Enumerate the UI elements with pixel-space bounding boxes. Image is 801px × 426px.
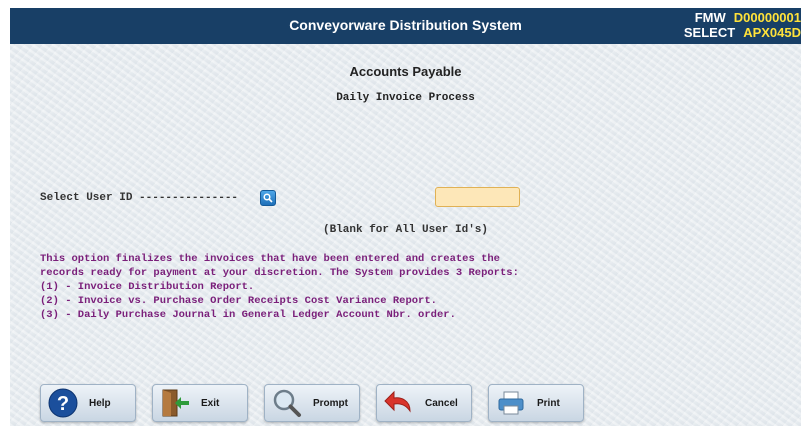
mode-label: SELECT: [683, 25, 736, 40]
cancel-button[interactable]: Cancel: [376, 384, 472, 422]
description-line: This option finalizes the invoices that …: [40, 253, 500, 265]
program-label: FMW: [694, 10, 726, 25]
user-id-hint: (Blank for All User Id's): [322, 224, 489, 236]
printer-icon: [498, 391, 524, 415]
user-id-label: Select User ID ---------------: [40, 192, 239, 204]
user-id-input[interactable]: [435, 187, 520, 207]
description: This option finalizes the invoices that …: [40, 252, 519, 322]
exit-button[interactable]: Exit: [152, 384, 248, 422]
page-subtitle: Daily Invoice Process: [336, 92, 475, 104]
screen-id: APX045D: [743, 25, 801, 40]
cancel-label: Cancel: [425, 397, 458, 409]
app-title: Conveyorware Distribution System: [289, 17, 522, 33]
search-icon[interactable]: [260, 190, 276, 206]
help-icon: ?: [48, 388, 78, 418]
description-line: (1) - Invoice Distribution Report.: [40, 281, 255, 293]
prompt-label: Prompt: [313, 397, 348, 409]
title-bar: Conveyorware Distribution System FMW D00…: [10, 8, 801, 44]
description-line: (2) - Invoice vs. Purchase Order Receipt…: [40, 295, 437, 307]
main-panel: Accounts Payable Daily Invoice Process S…: [10, 44, 801, 426]
prompt-button[interactable]: Prompt: [264, 384, 360, 422]
description-line: records ready for payment at your discre…: [40, 267, 519, 279]
program-value: D00000001: [733, 10, 801, 25]
help-button[interactable]: ? Help: [40, 384, 136, 422]
session-info: FMW D00000001 SELECT APX045D: [684, 10, 801, 40]
print-button[interactable]: Print: [488, 384, 584, 422]
print-label: Print: [537, 397, 560, 409]
page-title: Accounts Payable: [349, 64, 462, 79]
svg-text:?: ?: [57, 393, 69, 415]
description-line: (3) - Daily Purchase Journal in General …: [40, 309, 456, 321]
exit-door-icon: [162, 389, 189, 417]
exit-label: Exit: [201, 397, 220, 409]
help-label: Help: [89, 397, 111, 409]
undo-arrow-icon: [384, 390, 411, 413]
magnifier-icon: [273, 389, 301, 417]
